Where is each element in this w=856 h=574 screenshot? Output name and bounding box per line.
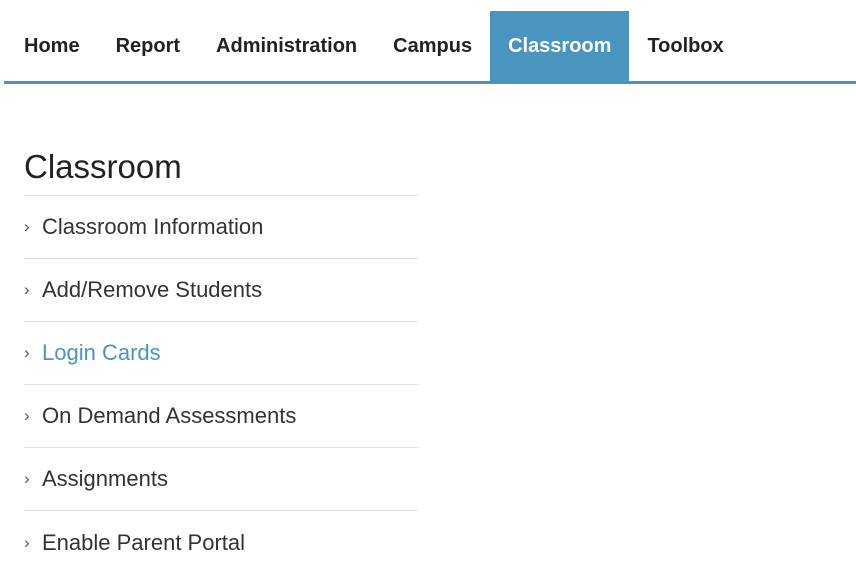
menu-item-label: Assignments (42, 466, 168, 491)
nav-report[interactable]: Report (98, 11, 198, 81)
chevron-right-icon: › (24, 469, 30, 488)
menu-item-label: Login Cards (42, 340, 161, 365)
menu-item-label: Classroom Information (42, 214, 264, 239)
chevron-right-icon: › (24, 406, 30, 425)
nav-toolbox[interactable]: Toolbox (629, 11, 741, 81)
menu-item-assignments[interactable]: › Assignments (24, 448, 419, 511)
nav-campus[interactable]: Campus (375, 11, 490, 81)
menu-item-label: On Demand Assessments (42, 403, 297, 428)
chevron-right-icon: › (24, 280, 30, 299)
classroom-sidebar: Classroom › Classroom Information › Add/… (24, 140, 419, 574)
menu-item-enable-parent-portal[interactable]: › Enable Parent Portal (24, 511, 419, 574)
menu-item-label: Enable Parent Portal (42, 529, 246, 555)
chevron-right-icon: › (24, 343, 30, 362)
sidebar-title: Classroom (24, 140, 419, 196)
nav-administration[interactable]: Administration (198, 11, 375, 81)
top-navigation: Home Report Administration Campus Classr… (4, 11, 856, 84)
menu-item-classroom-information[interactable]: › Classroom Information (24, 196, 419, 259)
menu-item-on-demand-assessments[interactable]: › On Demand Assessments (24, 385, 419, 448)
menu-item-login-cards[interactable]: › Login Cards (24, 322, 419, 385)
chevron-right-icon: › (24, 217, 30, 236)
sidebar-menu: › Classroom Information › Add/Remove Stu… (24, 196, 419, 574)
nav-classroom[interactable]: Classroom (490, 11, 630, 81)
menu-item-add-remove-students[interactable]: › Add/Remove Students (24, 259, 419, 322)
menu-item-label: Add/Remove Students (42, 277, 263, 302)
chevron-right-icon: › (24, 532, 30, 552)
nav-home[interactable]: Home (4, 11, 98, 81)
